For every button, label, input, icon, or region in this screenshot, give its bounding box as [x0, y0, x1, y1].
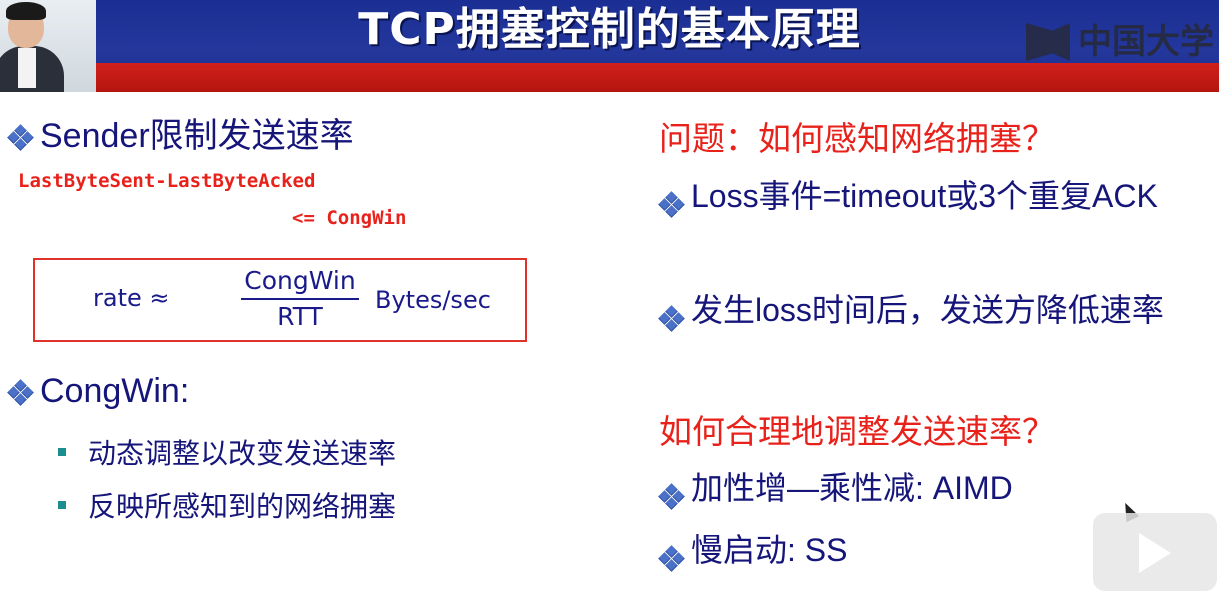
code-congwin-limit: <= CongWin	[292, 207, 407, 229]
formula-numerator: CongWin	[244, 266, 356, 295]
presenter-shirt	[18, 48, 36, 88]
heading-sender-rate: Sender限制发送速率	[7, 108, 354, 157]
play-button[interactable]	[1093, 513, 1217, 591]
square-bullet-icon	[58, 448, 66, 456]
code-lastbyte: LastByteSent-LastByteAcked	[18, 170, 316, 192]
formula-fraction: CongWin RTT	[241, 266, 359, 332]
formula-unit: Bytes/sec	[375, 286, 491, 314]
item-slow-start: 慢启动: SS	[658, 524, 848, 576]
item-aimd-text: 加性增—乘性减: AIMD	[691, 470, 1013, 506]
sub-item-text: 反映所感知到的网络拥塞	[88, 490, 397, 523]
play-icon	[1139, 533, 1171, 573]
item-slow-start-text: 慢启动: SS	[691, 532, 848, 568]
heading-congwin-text: CongWin:	[40, 372, 190, 410]
four-diamond-bullet-icon	[658, 190, 685, 218]
slide-header: TCP拥塞控制的基本原理 中国大学	[0, 0, 1219, 92]
item-reduce-rate: 发生loss时间后，发送方降低速率	[658, 284, 1209, 336]
four-diamond-bullet-icon	[7, 124, 34, 151]
item-aimd: 加性增—乘性减: AIMD	[658, 462, 1013, 514]
four-diamond-bullet-icon	[7, 379, 34, 406]
formula-denominator: RTT	[277, 302, 323, 331]
four-diamond-bullet-icon	[658, 482, 685, 510]
presenter-video-thumbnail	[0, 0, 96, 92]
rate-formula-box: rate ≈ CongWin RTT Bytes/sec	[33, 258, 527, 342]
mooc-logo-icon	[1026, 23, 1070, 61]
sub-item-dynamic-adjust: 动态调整以改变发送速率	[58, 432, 396, 472]
question-adjust-rate: 如何合理地调整发送速率？	[659, 412, 1055, 451]
item-loss-event-text: Loss事件=timeout或3个重复ACK	[691, 178, 1158, 214]
heading-sender-rate-text: Sender限制发送速率	[40, 117, 354, 155]
formula-lhs: rate ≈	[93, 284, 170, 312]
presenter-hair	[6, 2, 46, 20]
sub-item-reflect-congestion: 反映所感知到的网络拥塞	[58, 485, 396, 525]
header-red-band	[0, 63, 1219, 92]
item-loss-event: Loss事件=timeout或3个重复ACK	[658, 170, 1209, 222]
question-detect-congestion: 问题：如何感知网络拥塞？	[659, 119, 1055, 158]
sub-item-text: 动态调整以改变发送速率	[88, 437, 397, 470]
fraction-bar	[241, 298, 359, 300]
square-bullet-icon	[58, 501, 66, 509]
mooc-logo: 中国大学	[1026, 20, 1214, 64]
logo-text: 中国大学	[1078, 22, 1214, 62]
item-reduce-rate-text: 发生loss时间后，发送方降低速率	[691, 292, 1164, 328]
heading-congwin: CongWin:	[7, 372, 190, 411]
four-diamond-bullet-icon	[658, 304, 685, 332]
four-diamond-bullet-icon	[658, 544, 685, 572]
